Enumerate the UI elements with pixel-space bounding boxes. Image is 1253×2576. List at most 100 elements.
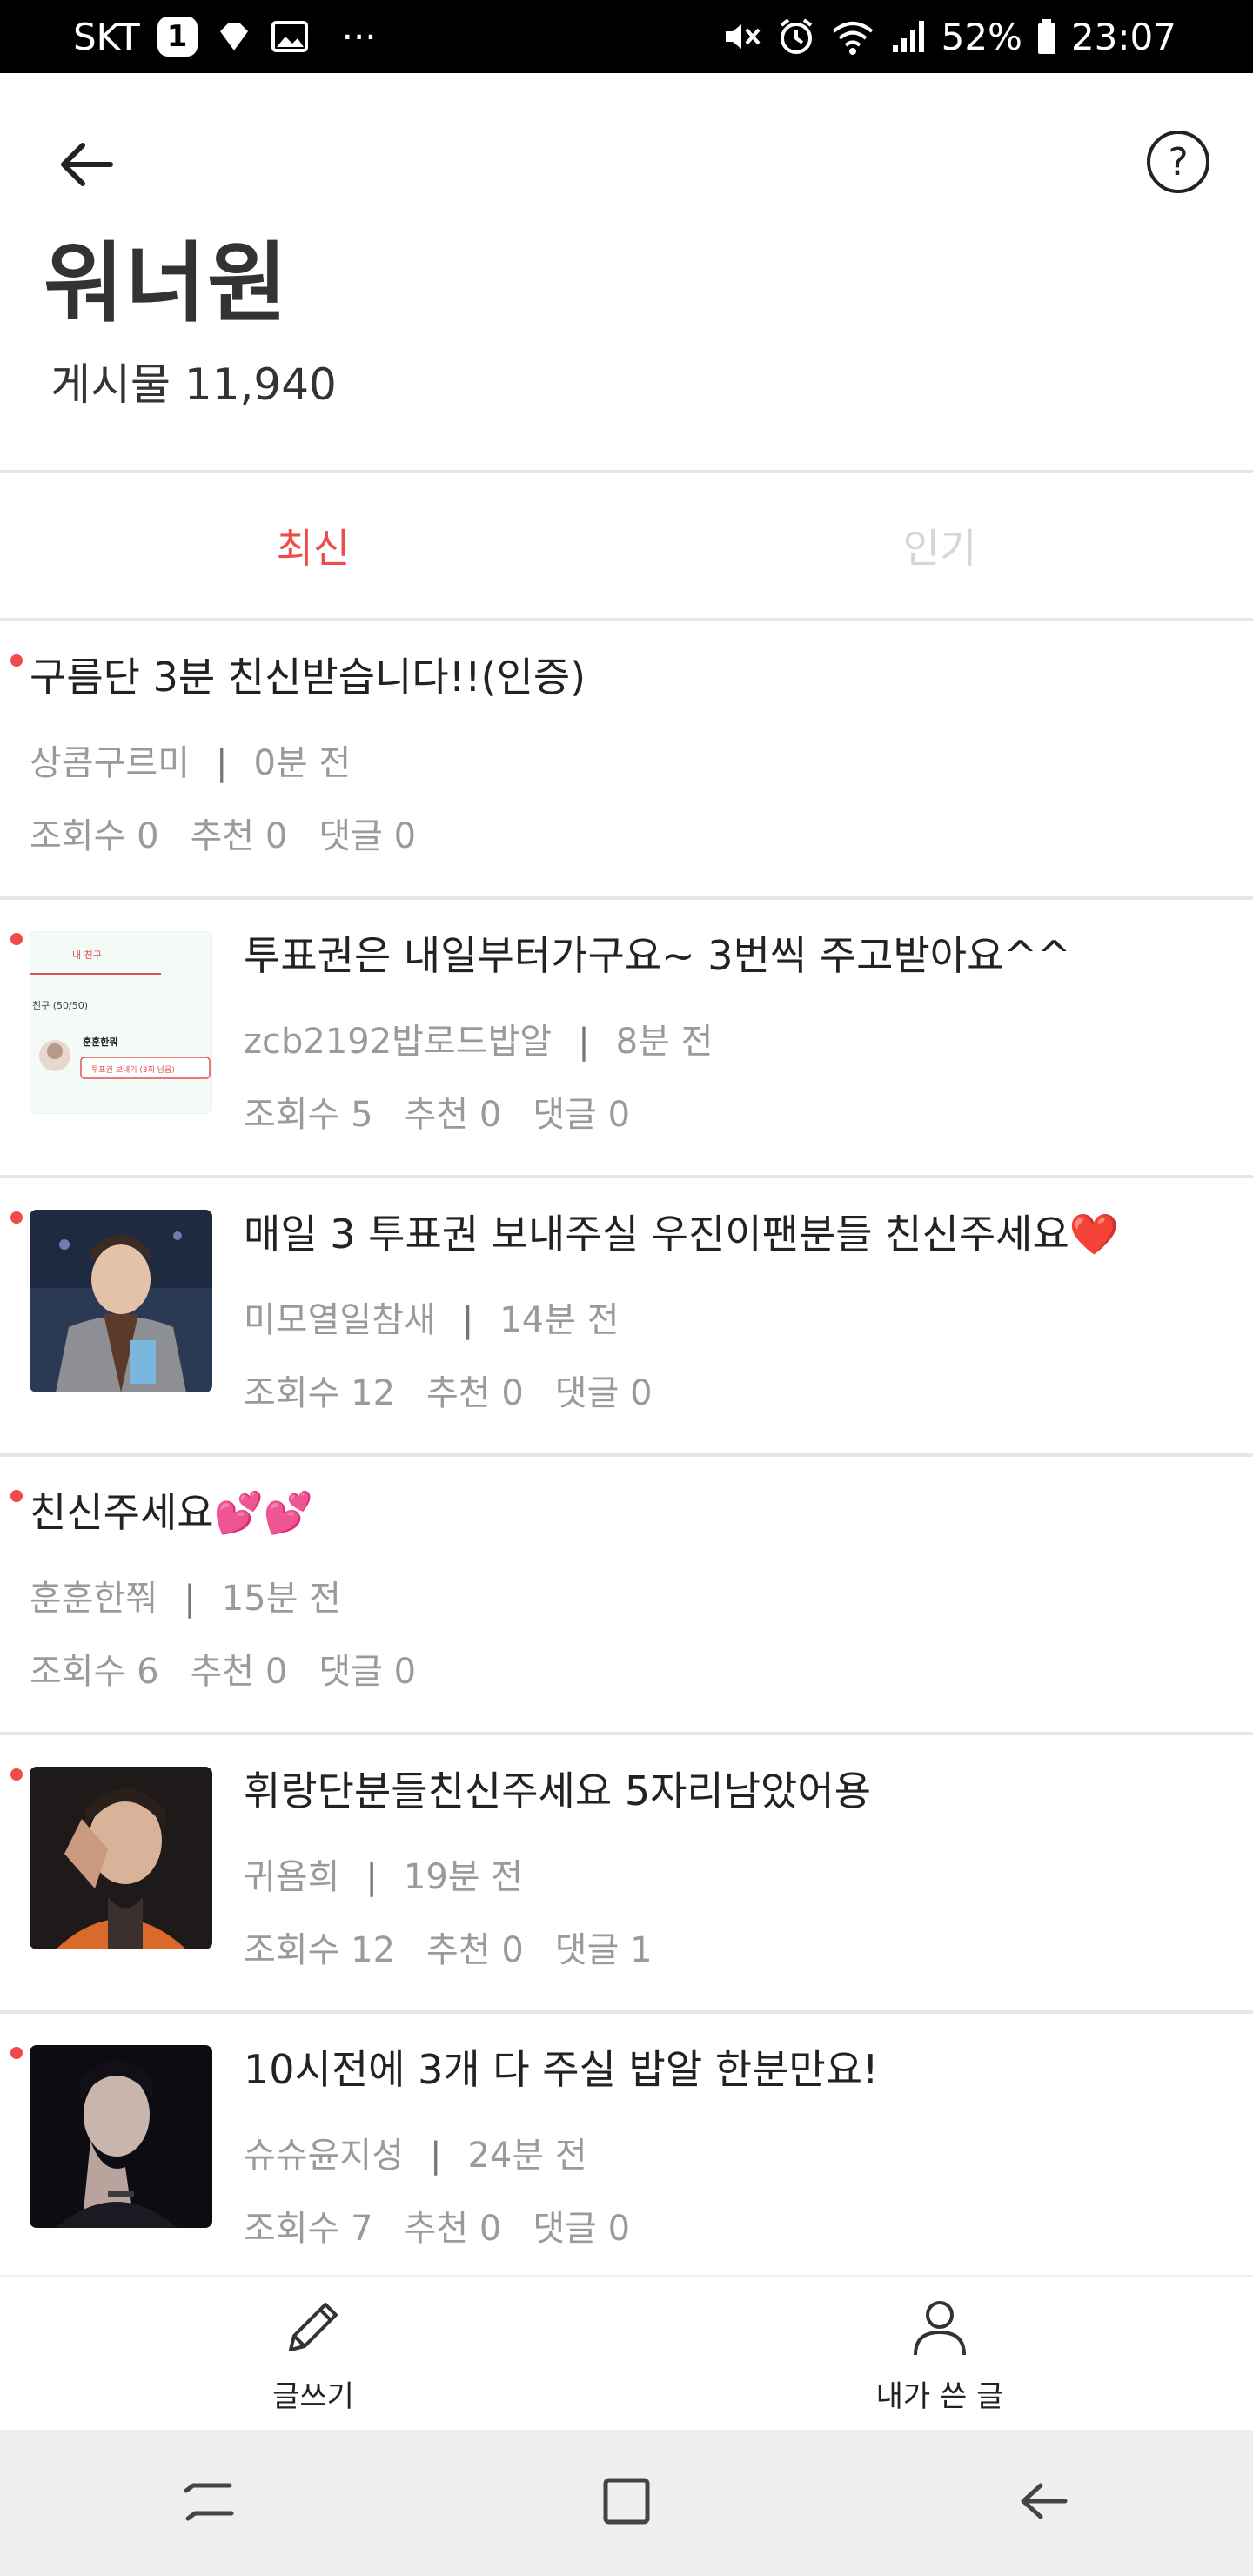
post-meta: 미모열일참새 | 14분 전 — [244, 1291, 620, 1342]
post-views: 조회수 5 — [244, 1095, 373, 1135]
post-meta: 귀욤희 | 19분 전 — [244, 1848, 523, 1899]
arrow-left-icon — [61, 143, 113, 186]
diamond-icon — [215, 19, 253, 54]
post-comments: 댓글 0 — [533, 1095, 631, 1135]
post-meta: 훈훈한쭤 | 15분 전 — [30, 1570, 341, 1620]
new-indicator — [10, 1768, 23, 1781]
my-posts-button[interactable]: 내가 쓴 글 — [626, 2277, 1253, 2432]
tab-bar: 최신 인기 — [0, 473, 1253, 621]
post-views: 조회수 12 — [244, 1373, 396, 1413]
post-author: 상콤구르미 — [30, 743, 190, 783]
list-item[interactable]: 친신주세요💕💕 훈훈한쭤 | 15분 전 조회수 6 추천 0 댓글 0 — [0, 1457, 1253, 1735]
separator: | — [184, 1579, 196, 1619]
post-thumbnail — [30, 1767, 212, 1949]
person-icon — [914, 2300, 966, 2355]
post-thumbnail — [30, 2045, 212, 2228]
post-comments: 댓글 0 — [318, 1652, 417, 1692]
post-likes: 추천 0 — [190, 1652, 288, 1692]
list-item[interactable]: 휘랑단분들친신주세요 5자리남았어용 귀욤희 | 19분 전 조회수 12 추천 0 댓… — [0, 1735, 1253, 2014]
tab-popular[interactable]: 인기 — [626, 473, 1253, 618]
post-author: 훈훈한쭤 — [30, 1579, 158, 1619]
tab-latest[interactable]: 최신 — [0, 473, 626, 618]
post-author: zcb2192밥로드밥알 — [244, 1022, 553, 1062]
battery-icon — [1036, 17, 1057, 56]
separator: | — [578, 1022, 590, 1062]
post-comments: 댓글 1 — [554, 1930, 653, 1970]
battery-percent: 52% — [941, 15, 1022, 58]
post-thumbnail — [30, 1210, 212, 1392]
new-indicator — [10, 2047, 23, 2059]
back-button[interactable] — [47, 125, 125, 204]
separator: | — [216, 743, 228, 783]
question-circle-icon: ? — [1168, 139, 1189, 184]
recent-apps-icon[interactable] — [178, 2470, 240, 2536]
list-item[interactable]: 내 친구 친구 (50/50) 훈훈한뭐 투표권 보내기 (3회 남음) 투표권… — [0, 900, 1253, 1178]
thumb-friend-name: 훈훈한뭐 — [83, 1036, 117, 1048]
post-time: 24분 전 — [467, 2136, 587, 2176]
mute-icon — [722, 17, 762, 56]
list-item[interactable]: 구름단 3분 친신받습니다!!(인증) 상콤구르미 | 0분 전 조회수 0 추천 0… — [0, 621, 1253, 900]
post-title: 매일 3 투표권 보내주실 우진이팬분들 친신주세요❤️ — [244, 1211, 1120, 1258]
post-stats: 조회수 12 추천 0 댓글 0 — [244, 1365, 684, 1415]
post-comments: 댓글 0 — [554, 1373, 653, 1413]
thumb-send-button: 투표권 보내기 (3회 남음) — [91, 1064, 175, 1075]
page-title: 워너원 — [44, 232, 289, 334]
write-label: 글쓰기 — [272, 2378, 354, 2414]
thumb-friend-count: 친구 (50/50) — [32, 1000, 88, 1011]
post-title: 구름단 3분 친신받습니다!!(인증) — [30, 654, 586, 701]
post-meta: 상콤구르미 | 0분 전 — [30, 735, 351, 785]
post-comments: 댓글 0 — [533, 2209, 631, 2249]
separator: | — [461, 1300, 474, 1340]
post-thumbnail: 내 친구 친구 (50/50) 훈훈한뭐 투표권 보내기 (3회 남음) — [30, 931, 212, 1114]
post-stats: 조회수 0 추천 0 댓글 0 — [30, 808, 447, 858]
help-button[interactable]: ? — [1147, 131, 1209, 193]
post-time: 15분 전 — [221, 1579, 341, 1619]
post-author: 귀욤희 — [244, 1857, 340, 1897]
pencil-icon — [289, 2302, 338, 2351]
write-button[interactable]: 글쓰기 — [0, 2277, 626, 2432]
post-meta: 슈슈윤지성 | 24분 전 — [244, 2127, 587, 2177]
post-likes: 추천 0 — [426, 1373, 524, 1413]
system-nav-bar — [0, 2430, 1253, 2576]
separator: | — [430, 2136, 442, 2176]
post-author: 미모열일참새 — [244, 1300, 436, 1340]
post-time: 14분 전 — [499, 1300, 620, 1340]
post-title: 친신주세요💕💕 — [30, 1489, 314, 1536]
post-stats: 조회수 6 추천 0 댓글 0 — [30, 1643, 447, 1694]
post-likes: 추천 0 — [404, 1095, 502, 1135]
post-views: 조회수 0 — [30, 816, 159, 856]
post-count: 게시물 11,940 — [50, 359, 337, 410]
post-likes: 추천 0 — [404, 2209, 502, 2249]
post-time: 19분 전 — [403, 1857, 524, 1897]
post-stats: 조회수 7 추천 0 댓글 0 — [244, 2200, 661, 2251]
notification-badge: 1 — [157, 17, 198, 57]
new-indicator — [10, 1211, 23, 1224]
back-nav-icon[interactable] — [1013, 2470, 1075, 2536]
new-indicator — [10, 654, 23, 667]
my-posts-label: 내가 쓴 글 — [875, 2378, 1004, 2414]
thumb-tab-label: 내 친구 — [72, 949, 102, 961]
home-icon[interactable] — [595, 2470, 658, 2536]
post-time: 0분 전 — [253, 743, 352, 783]
list-item[interactable]: 매일 3 투표권 보내주실 우진이팬분들 친신주세요❤️ 미모열일참새 | 14분 … — [0, 1178, 1253, 1457]
clock: 23:07 — [1070, 15, 1176, 58]
new-indicator — [10, 1490, 23, 1502]
post-stats: 조회수 12 추천 0 댓글 1 — [244, 1922, 684, 1972]
alarm-icon — [776, 17, 816, 57]
new-indicator — [10, 933, 23, 945]
post-comments: 댓글 0 — [318, 816, 417, 856]
list-item[interactable]: 10시전에 3개 다 주실 밥알 한분만요! 슈슈윤지성 | 24분 전 조회수 7… — [0, 2014, 1253, 2292]
post-author: 슈슈윤지성 — [244, 2136, 404, 2176]
more-notifications-icon: ··· — [341, 15, 377, 58]
post-title: 휘랑단분들친신주세요 5자리남았어용 — [244, 1768, 872, 1815]
post-title: 10시전에 3개 다 주실 밥알 한분만요! — [244, 2046, 879, 2093]
post-views: 조회수 7 — [244, 2209, 373, 2249]
post-list: 구름단 3분 친신받습니다!!(인증) 상콤구르미 | 0분 전 조회수 0 추천 0… — [0, 621, 1253, 2292]
separator: | — [365, 1857, 378, 1897]
post-title: 투표권은 내일부터가구요~ 3번씩 주고받아요^^ — [244, 932, 1071, 979]
bottom-action-bar: 글쓰기 내가 쓴 글 — [0, 2275, 1253, 2432]
post-stats: 조회수 5 추천 0 댓글 0 — [244, 1086, 661, 1137]
page-header: ? 워너원 게시물 11,940 — [0, 73, 1253, 473]
post-views: 조회수 12 — [244, 1930, 396, 1970]
gallery-icon — [271, 19, 309, 54]
